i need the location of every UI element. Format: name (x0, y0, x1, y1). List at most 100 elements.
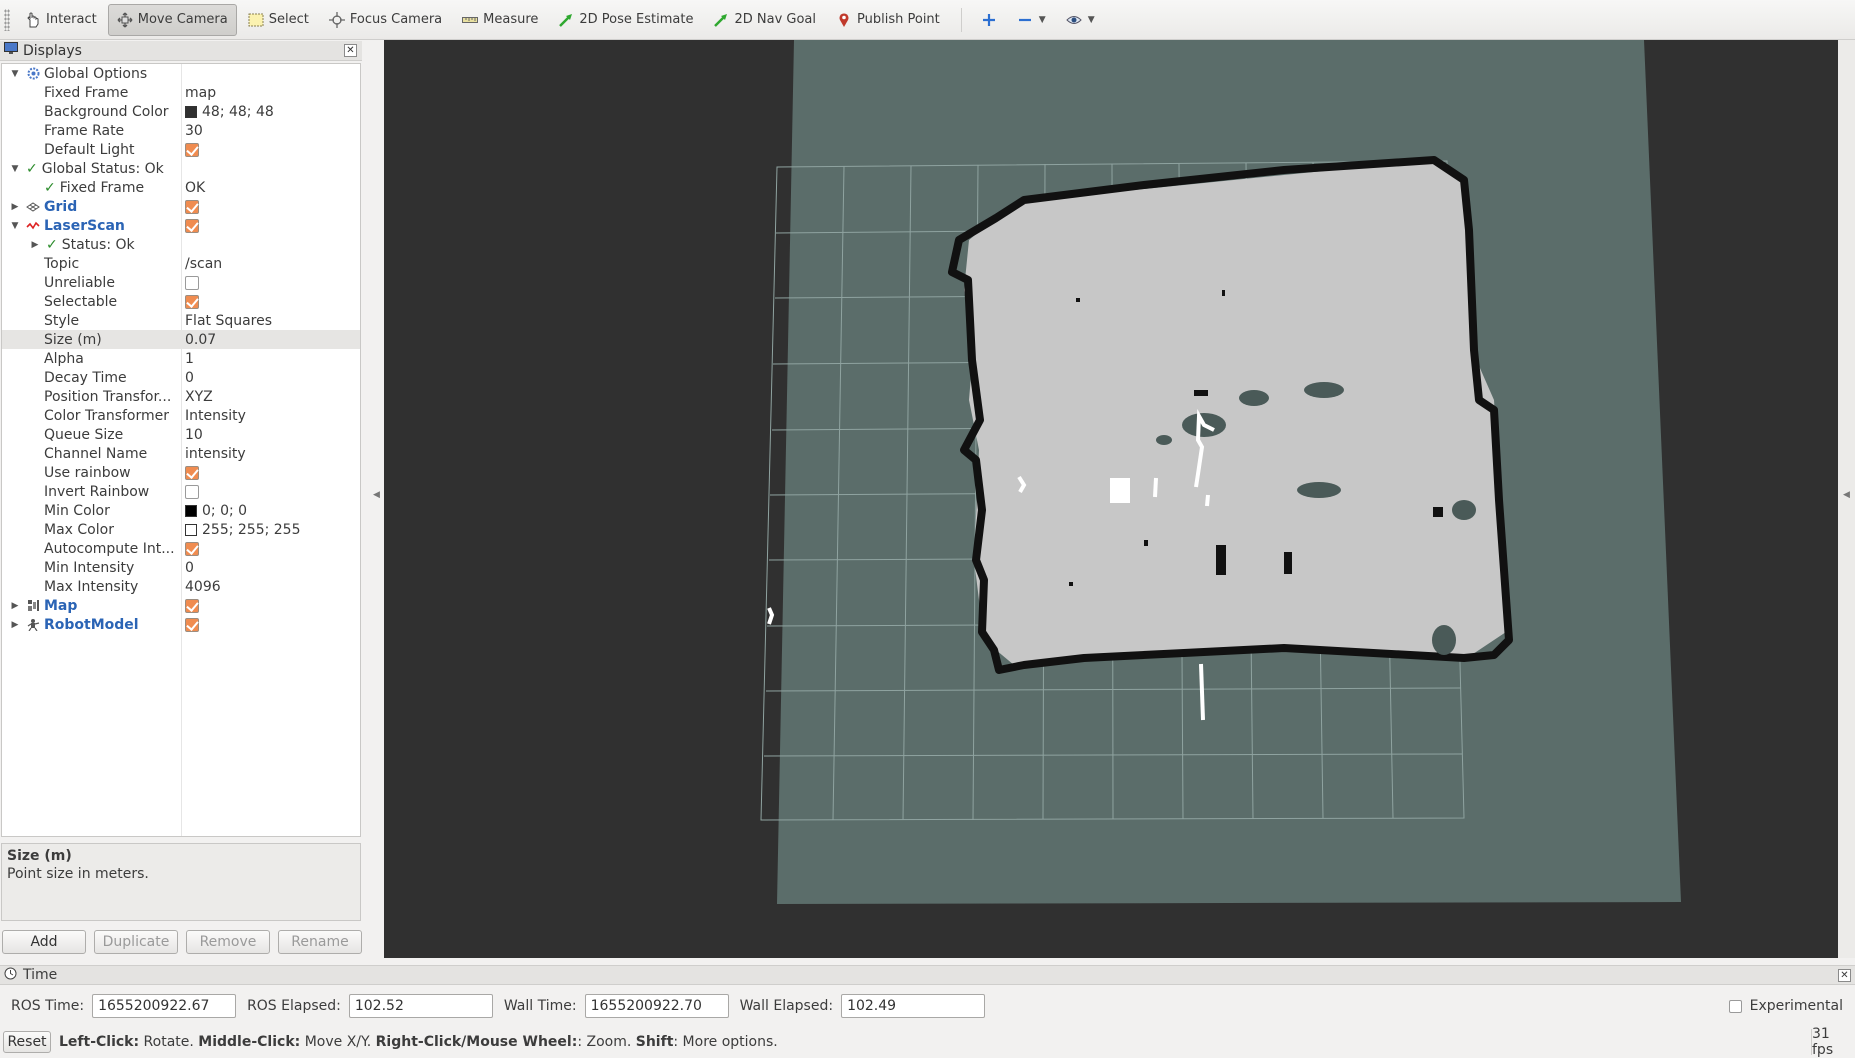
add-button[interactable]: Add (2, 930, 86, 954)
tree-row-invert-rainbow[interactable]: Invert Rainbow (2, 482, 360, 501)
color-transformer-value[interactable]: Intensity (185, 408, 246, 424)
min-color-swatch[interactable] (185, 504, 197, 517)
tree-row-laserscan[interactable]: ▼ LaserScan (2, 216, 360, 235)
tree-row-min-intensity[interactable]: Min Intensity 0 (2, 558, 360, 577)
tree-row-map[interactable]: ▶ Map (2, 596, 360, 615)
background-color-value[interactable]: 48; 48; 48 (202, 104, 274, 120)
tree-row-use-rainbow[interactable]: Use rainbow (2, 463, 360, 482)
tree-row-decay-time[interactable]: Decay Time 0 (2, 368, 360, 387)
channel-name-value[interactable]: intensity (185, 446, 246, 462)
position-transformer-value[interactable]: XYZ (185, 389, 213, 405)
panel-splitter[interactable]: ◀ (362, 41, 384, 957)
render-viewport[interactable] (384, 40, 1838, 958)
laserscan-enabled-checkbox[interactable] (185, 218, 199, 233)
autocompute-intensity-checkbox[interactable] (185, 541, 199, 556)
decay-time-value[interactable]: 0 (185, 370, 194, 386)
tree-row-queue-size[interactable]: Queue Size 10 (2, 425, 360, 444)
tree-row-global-options[interactable]: ▼ Global Options (2, 64, 360, 83)
ros-time-field[interactable]: 1655200922.67 (92, 994, 237, 1018)
tree-row-color-transformer[interactable]: Color Transformer Intensity (2, 406, 360, 425)
collapse-right-icon[interactable]: ◀ (1843, 490, 1850, 500)
toolbar-grip[interactable] (4, 8, 10, 31)
map-enabled-checkbox[interactable] (185, 598, 199, 613)
default-light-checkbox[interactable] (185, 142, 199, 157)
pose-estimate-tool-button[interactable]: 2D Pose Estimate (549, 4, 702, 36)
tree-row-style[interactable]: Style Flat Squares (2, 311, 360, 330)
tree-row-laserscan-status[interactable]: ▶ ✓ Status: Ok (2, 235, 360, 254)
max-color-value[interactable]: 255; 255; 255 (202, 522, 301, 538)
size-value[interactable]: 0.07 (185, 332, 216, 348)
tree-row-global-status[interactable]: ▼ ✓ Global Status: Ok (2, 159, 360, 178)
expand-arrow-icon[interactable]: ▼ (10, 69, 20, 79)
map-view-canvas[interactable] (384, 40, 1838, 958)
tree-row-fixed-frame[interactable]: Fixed Frame map (2, 83, 360, 102)
topic-value[interactable]: /scan (185, 256, 222, 272)
collapse-left-icon[interactable]: ◀ (373, 490, 380, 500)
max-intensity-value[interactable]: 4096 (185, 579, 221, 595)
tree-row-frame-rate[interactable]: Frame Rate 30 (2, 121, 360, 140)
nav-goal-tool-button[interactable]: 2D Nav Goal (704, 4, 825, 36)
experimental-toggle[interactable]: Experimental (1728, 998, 1843, 1014)
ros-elapsed-field[interactable]: 102.52 (348, 994, 493, 1018)
right-dock-edge[interactable]: ◀ (1838, 40, 1855, 958)
rename-button[interactable]: Rename (278, 930, 362, 954)
hint-middle-click-desc: Move X/Y. (300, 1034, 376, 1050)
background-color-swatch[interactable] (185, 105, 197, 118)
robotmodel-enabled-checkbox[interactable] (185, 617, 199, 632)
remove-button[interactable]: Remove (186, 930, 270, 954)
close-icon[interactable]: ✕ (344, 44, 357, 57)
frame-rate-value[interactable]: 30 (185, 123, 203, 139)
tree-row-robotmodel[interactable]: ▶ RobotModel (2, 615, 360, 634)
tree-row-topic[interactable]: Topic /scan (2, 254, 360, 273)
duplicate-button[interactable]: Duplicate (94, 930, 178, 954)
max-color-swatch[interactable] (185, 523, 197, 536)
invert-rainbow-checkbox[interactable] (185, 484, 199, 499)
expand-arrow-icon[interactable]: ▶ (30, 240, 40, 250)
fixed-frame-value[interactable]: map (185, 85, 216, 101)
style-value[interactable]: Flat Squares (185, 313, 272, 329)
move-camera-tool-button[interactable]: Move Camera (107, 3, 237, 36)
publish-point-tool-button[interactable]: Publish Point (827, 4, 949, 36)
use-rainbow-checkbox[interactable] (185, 465, 199, 480)
tree-row-position-transformer[interactable]: Position Transfor... XYZ (2, 387, 360, 406)
view-tool-dropdown[interactable]: ▼ (1057, 4, 1104, 36)
tree-row-max-color[interactable]: Max Color 255; 255; 255 (2, 520, 360, 539)
reset-button[interactable]: Reset (3, 1031, 51, 1053)
alpha-value[interactable]: 1 (185, 351, 194, 367)
tree-row-channel-name[interactable]: Channel Name intensity (2, 444, 360, 463)
selectable-checkbox[interactable] (185, 294, 199, 309)
expand-arrow-icon[interactable]: ▶ (10, 601, 20, 611)
tree-row-grid[interactable]: ▶ Grid (2, 197, 360, 216)
min-intensity-value[interactable]: 0 (185, 560, 194, 576)
expand-arrow-icon[interactable]: ▶ (10, 202, 20, 212)
expand-arrow-icon[interactable]: ▼ (10, 221, 20, 231)
interact-tool-button[interactable]: Interact (16, 4, 106, 36)
tree-row-min-color[interactable]: Min Color 0; 0; 0 (2, 501, 360, 520)
unreliable-checkbox[interactable] (185, 275, 199, 290)
measure-tool-button[interactable]: Measure (453, 4, 547, 36)
expand-arrow-icon[interactable]: ▶ (10, 620, 20, 630)
queue-size-value[interactable]: 10 (185, 427, 203, 443)
add-tool-button[interactable] (972, 4, 1006, 36)
tree-row-background-color[interactable]: Background Color 48; 48; 48 (2, 102, 360, 121)
status-ok-check-icon: ✓ (44, 179, 56, 196)
grid-enabled-checkbox[interactable] (185, 199, 199, 214)
remove-tool-dropdown[interactable]: ▼ (1008, 4, 1055, 36)
tree-row-selectable[interactable]: Selectable (2, 292, 360, 311)
tree-row-unreliable[interactable]: Unreliable (2, 273, 360, 292)
close-icon[interactable]: ✕ (1838, 968, 1851, 982)
tree-row-alpha[interactable]: Alpha 1 (2, 349, 360, 368)
wall-time-field[interactable]: 1655200922.70 (584, 994, 729, 1018)
tree-row-size[interactable]: Size (m) 0.07 (2, 330, 360, 349)
tree-row-autocompute-intensity[interactable]: Autocompute Int... (2, 539, 360, 558)
min-color-value[interactable]: 0; 0; 0 (202, 503, 247, 519)
tree-row-fixed-frame-status[interactable]: ✓ Fixed Frame OK (2, 178, 360, 197)
wall-elapsed-field[interactable]: 102.49 (841, 994, 986, 1018)
tree-row-default-light[interactable]: Default Light (2, 140, 360, 159)
description-text: Point size in meters. (7, 866, 149, 882)
expand-arrow-icon[interactable]: ▼ (10, 164, 20, 174)
tree-row-max-intensity[interactable]: Max Intensity 4096 (2, 577, 360, 596)
focus-camera-tool-button[interactable]: Focus Camera (320, 4, 451, 36)
select-tool-button[interactable]: Select (239, 4, 318, 36)
experimental-checkbox[interactable] (1728, 999, 1742, 1013)
